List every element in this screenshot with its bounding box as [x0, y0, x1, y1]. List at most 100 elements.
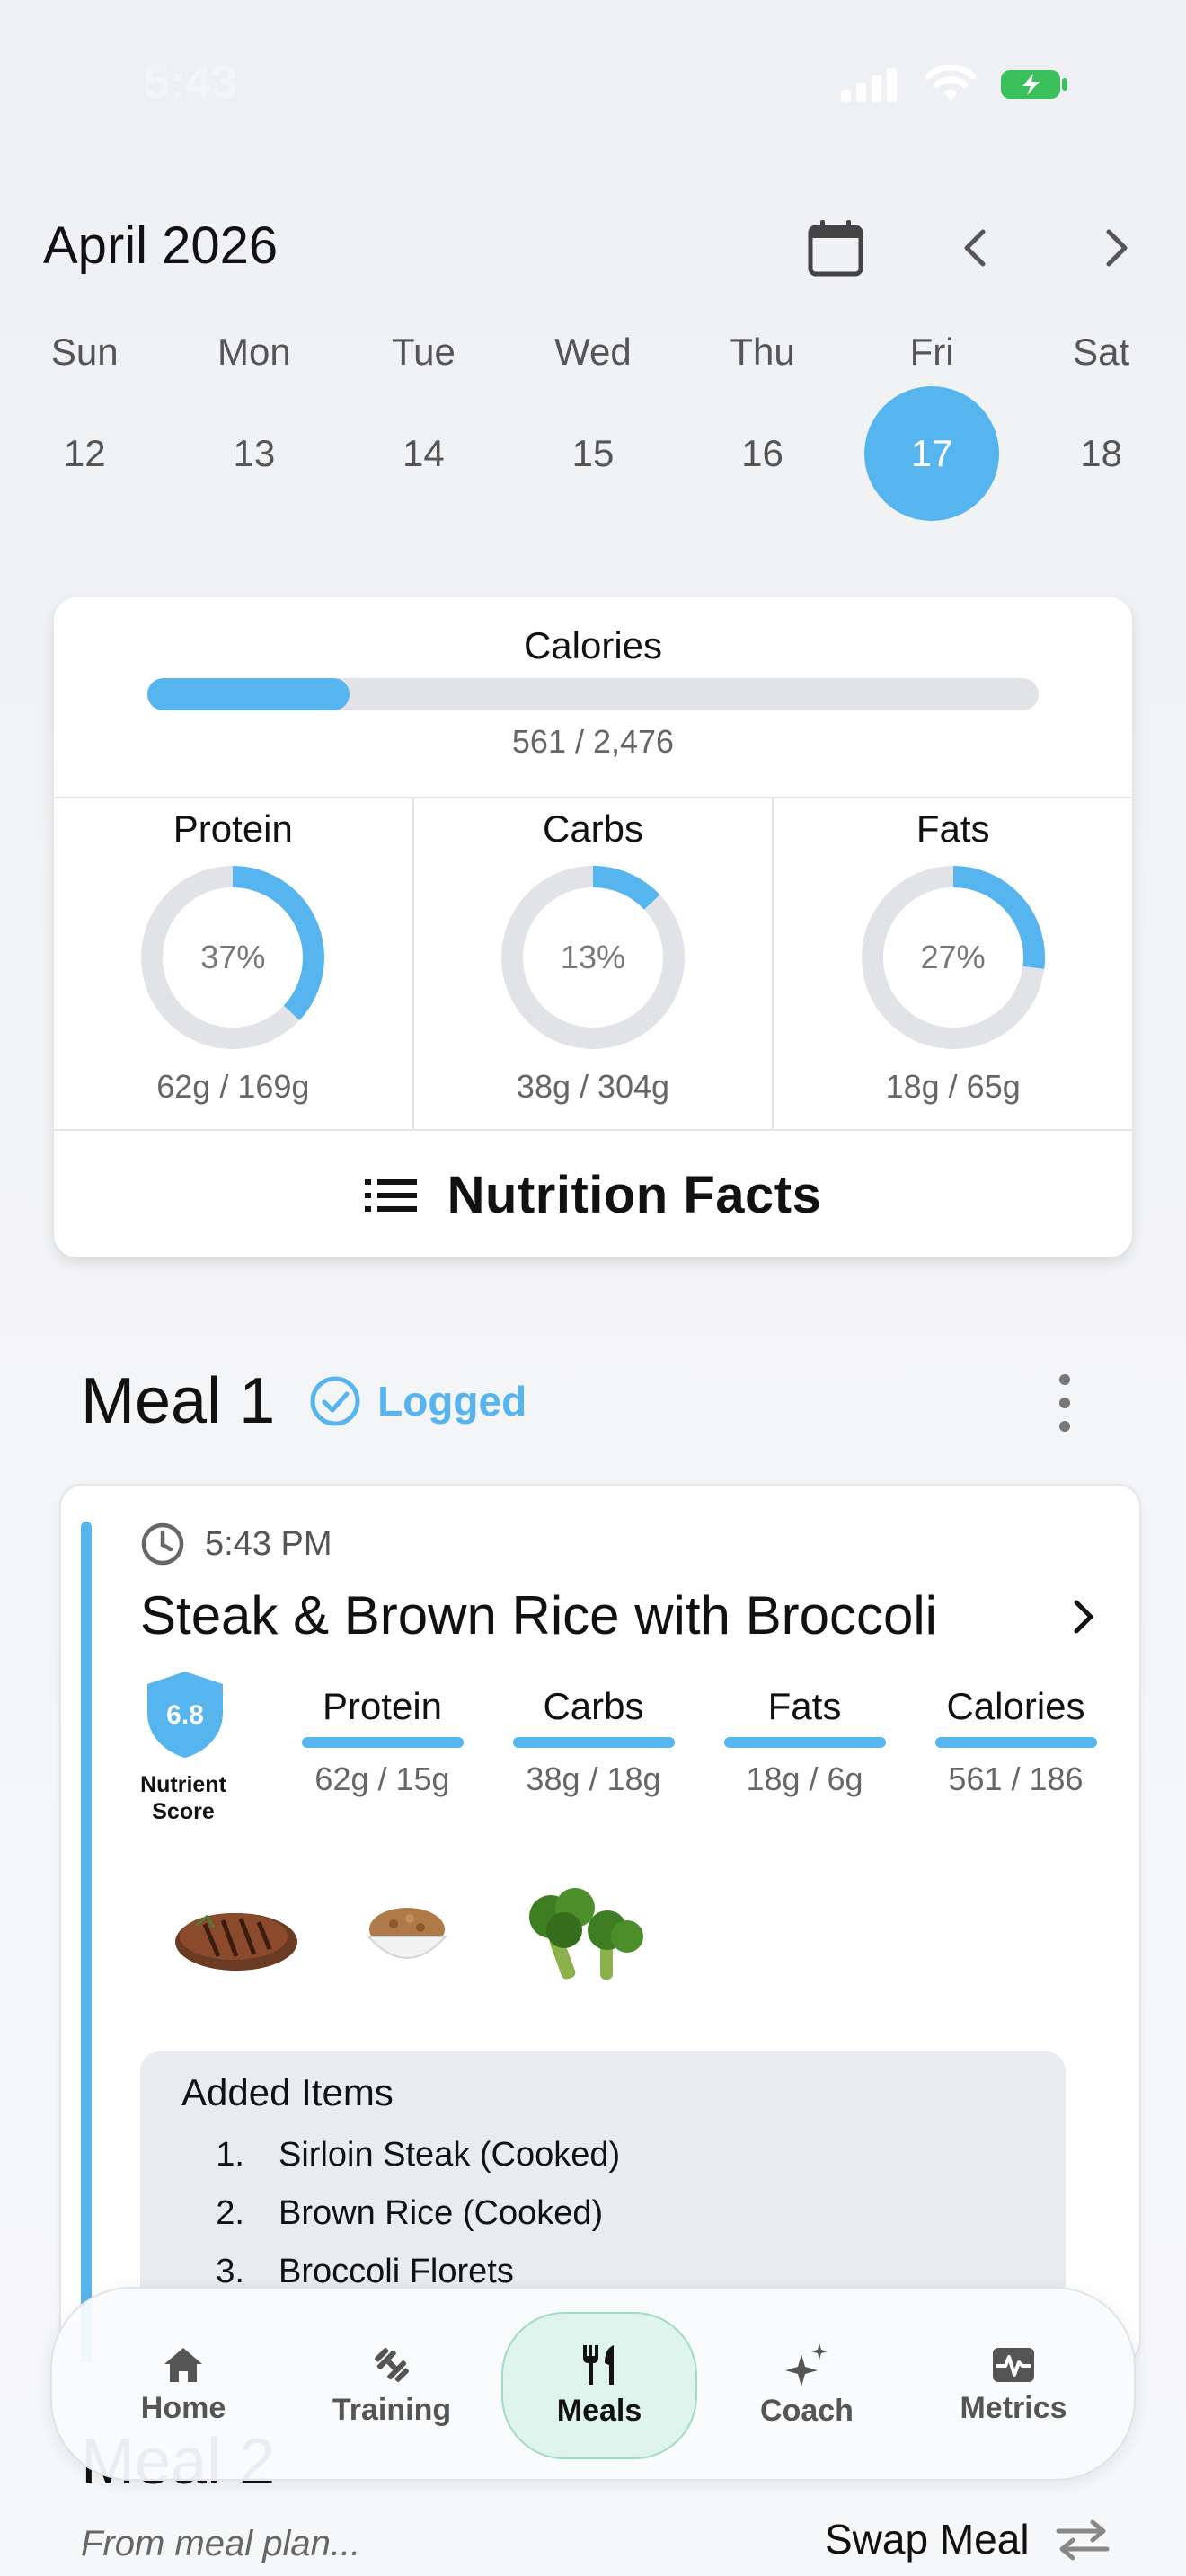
tab-label: Metrics: [960, 2390, 1067, 2425]
next-week-button[interactable]: [1080, 212, 1152, 284]
calendar-icon: [808, 220, 863, 277]
carbs-ring: 13%: [499, 863, 687, 1052]
meal-accent-bar: [81, 1522, 92, 2362]
wifi-icon: [925, 65, 977, 101]
meal-macro-name: Fats: [767, 1685, 842, 1727]
calendar-button[interactable]: [800, 212, 872, 284]
nutrition-summary-card: Calories 561 / 2,476 Protein 37% 62g / 1…: [54, 597, 1132, 1257]
status-time: 5:43: [144, 57, 238, 109]
meal-macro-value: 561 / 186: [948, 1760, 1084, 1797]
list-item: 1. Sirloin Steak (Cooked): [181, 2136, 1024, 2175]
meal1-card[interactable]: 5:43 PM Steak & Brown Rice with Broccoli…: [59, 1484, 1141, 2364]
tab-metrics[interactable]: Metrics: [924, 2312, 1103, 2459]
list-item-index: 3.: [216, 2253, 244, 2290]
nutrition-facts-button[interactable]: Nutrition Facts: [54, 1133, 1132, 1257]
tab-home[interactable]: Home: [93, 2312, 273, 2459]
meal-macro-value: 18g / 6g: [746, 1760, 863, 1797]
meal-macros: Protein 62g / 15g Carbs 38g / 18g Fats 1…: [277, 1685, 1121, 1798]
meal-macro-value: 38g / 18g: [526, 1760, 661, 1797]
prev-week-button[interactable]: [940, 212, 1012, 284]
calories-value: 561 / 2,476: [511, 723, 675, 760]
macro-amount: 18g / 65g: [885, 1068, 1021, 1105]
macro-fats: Fats 27% 18g / 65g: [772, 798, 1132, 1129]
more-options-icon[interactable]: [1051, 1374, 1078, 1432]
tab-label: Coach: [760, 2393, 854, 2428]
meal-macro-protein: Protein 62g / 15g: [277, 1685, 488, 1798]
day-14[interactable]: 14: [356, 386, 491, 521]
weekday-label: Fri: [909, 331, 954, 373]
clock-icon: [141, 1522, 184, 1566]
weekday-label: Tue: [391, 331, 456, 373]
weekday-row: Sun Mon Tue Wed Thu Fri Sat: [0, 331, 1186, 374]
dumbbell-icon: [375, 2347, 409, 2382]
meal-time: 5:43 PM: [140, 1522, 332, 1566]
day-16[interactable]: 16: [695, 386, 830, 521]
added-items-title: Added Items: [181, 2071, 394, 2113]
day-15[interactable]: 15: [526, 386, 660, 521]
status-bar: 5:43: [0, 0, 1186, 171]
macro-carbs: Carbs 13% 38g / 304g: [412, 798, 773, 1129]
meal-macro-fats: Fats 18g / 6g: [699, 1685, 910, 1798]
ring-percent: 13%: [560, 939, 626, 975]
meal-macro-name: Carbs: [543, 1685, 644, 1727]
broccoli-image: [529, 1888, 643, 1980]
meal-macro-carbs: Carbs 38g / 18g: [488, 1685, 699, 1798]
day-18[interactable]: 18: [1034, 386, 1169, 521]
meal-macro-name: Protein: [322, 1685, 443, 1727]
meal-macro-calories: Calories 561 / 186: [910, 1685, 1121, 1798]
weekday-label: Sat: [1073, 331, 1130, 373]
chevron-left-icon: [964, 229, 986, 267]
ring-percent: 27%: [920, 939, 986, 975]
tab-meals[interactable]: Meals: [501, 2312, 697, 2459]
calories-progress-bar: [147, 678, 1039, 710]
meal-name: Steak & Brown Rice with Broccoli: [140, 1585, 937, 1645]
list-item: 3. Broccoli Florets: [181, 2253, 1024, 2291]
list-item-name: Sirloin Steak (Cooked): [279, 2136, 621, 2174]
tab-label: Meals: [556, 2393, 642, 2428]
tab-label: Home: [140, 2390, 226, 2425]
day-13[interactable]: 13: [187, 386, 322, 521]
day-row: 12 13 14 15 16 17 18: [0, 386, 1186, 521]
chevron-right-icon[interactable]: [1066, 1599, 1102, 1635]
meal-macro-bar: [723, 1737, 886, 1748]
meal-macro-bar: [512, 1737, 675, 1748]
score-label-line: Nutrient: [140, 1772, 226, 1797]
status-icons: [839, 65, 1069, 104]
battery-charging-icon: [1001, 70, 1067, 99]
month-title: April 2026: [43, 216, 279, 275]
tab-label: Training: [332, 2392, 452, 2427]
tab-training[interactable]: Training: [302, 2312, 482, 2459]
day-17-selected[interactable]: 17: [864, 386, 1000, 521]
meal-time-label: 5:43 PM: [205, 1524, 332, 1563]
nutrient-score-label: Nutrient Score: [120, 1771, 246, 1825]
meal2-subtitle: From meal plan...: [81, 2524, 361, 2563]
macro-amount: 38g / 304g: [516, 1068, 670, 1105]
check-circle-icon: [310, 1376, 360, 1426]
steak-image: [175, 1913, 297, 1971]
list-item: 2. Brown Rice (Cooked): [181, 2194, 1024, 2233]
macro-name: Carbs: [542, 807, 644, 850]
list-item-name: Broccoli Florets: [279, 2253, 514, 2290]
meal1-header: Meal 1 Logged: [81, 1361, 527, 1442]
swap-meal-label: Swap Meal: [825, 2516, 1030, 2563]
weekday-label: Wed: [554, 331, 632, 373]
list-icon: [364, 1178, 417, 1212]
signal-icon: [841, 68, 897, 102]
fats-ring: 27%: [859, 863, 1048, 1052]
ring-percent: 37%: [200, 939, 266, 975]
nutrition-facts-label: Nutrition Facts: [447, 1166, 822, 1224]
weekday-label: Thu: [730, 331, 795, 373]
protein-ring: 37%: [138, 863, 327, 1052]
pulse-icon: [993, 2347, 1034, 2382]
chevron-right-icon: [1106, 229, 1128, 267]
list-item-index: 2.: [216, 2194, 244, 2232]
nutrient-score-badge-icon: 6.8: [147, 1672, 223, 1758]
score-label-line: Score: [152, 1799, 215, 1824]
swap-meal-button[interactable]: Swap Meal: [825, 2515, 1111, 2563]
day-12[interactable]: 12: [17, 386, 152, 521]
sparkle-icon: [785, 2342, 828, 2386]
tab-coach[interactable]: Coach: [717, 2312, 897, 2459]
macro-rings-row: Protein 37% 62g / 169g Carbs 13% 38g / 3…: [54, 797, 1132, 1131]
logged-badge: Logged: [309, 1375, 527, 1427]
meal-macro-bar: [301, 1737, 464, 1748]
